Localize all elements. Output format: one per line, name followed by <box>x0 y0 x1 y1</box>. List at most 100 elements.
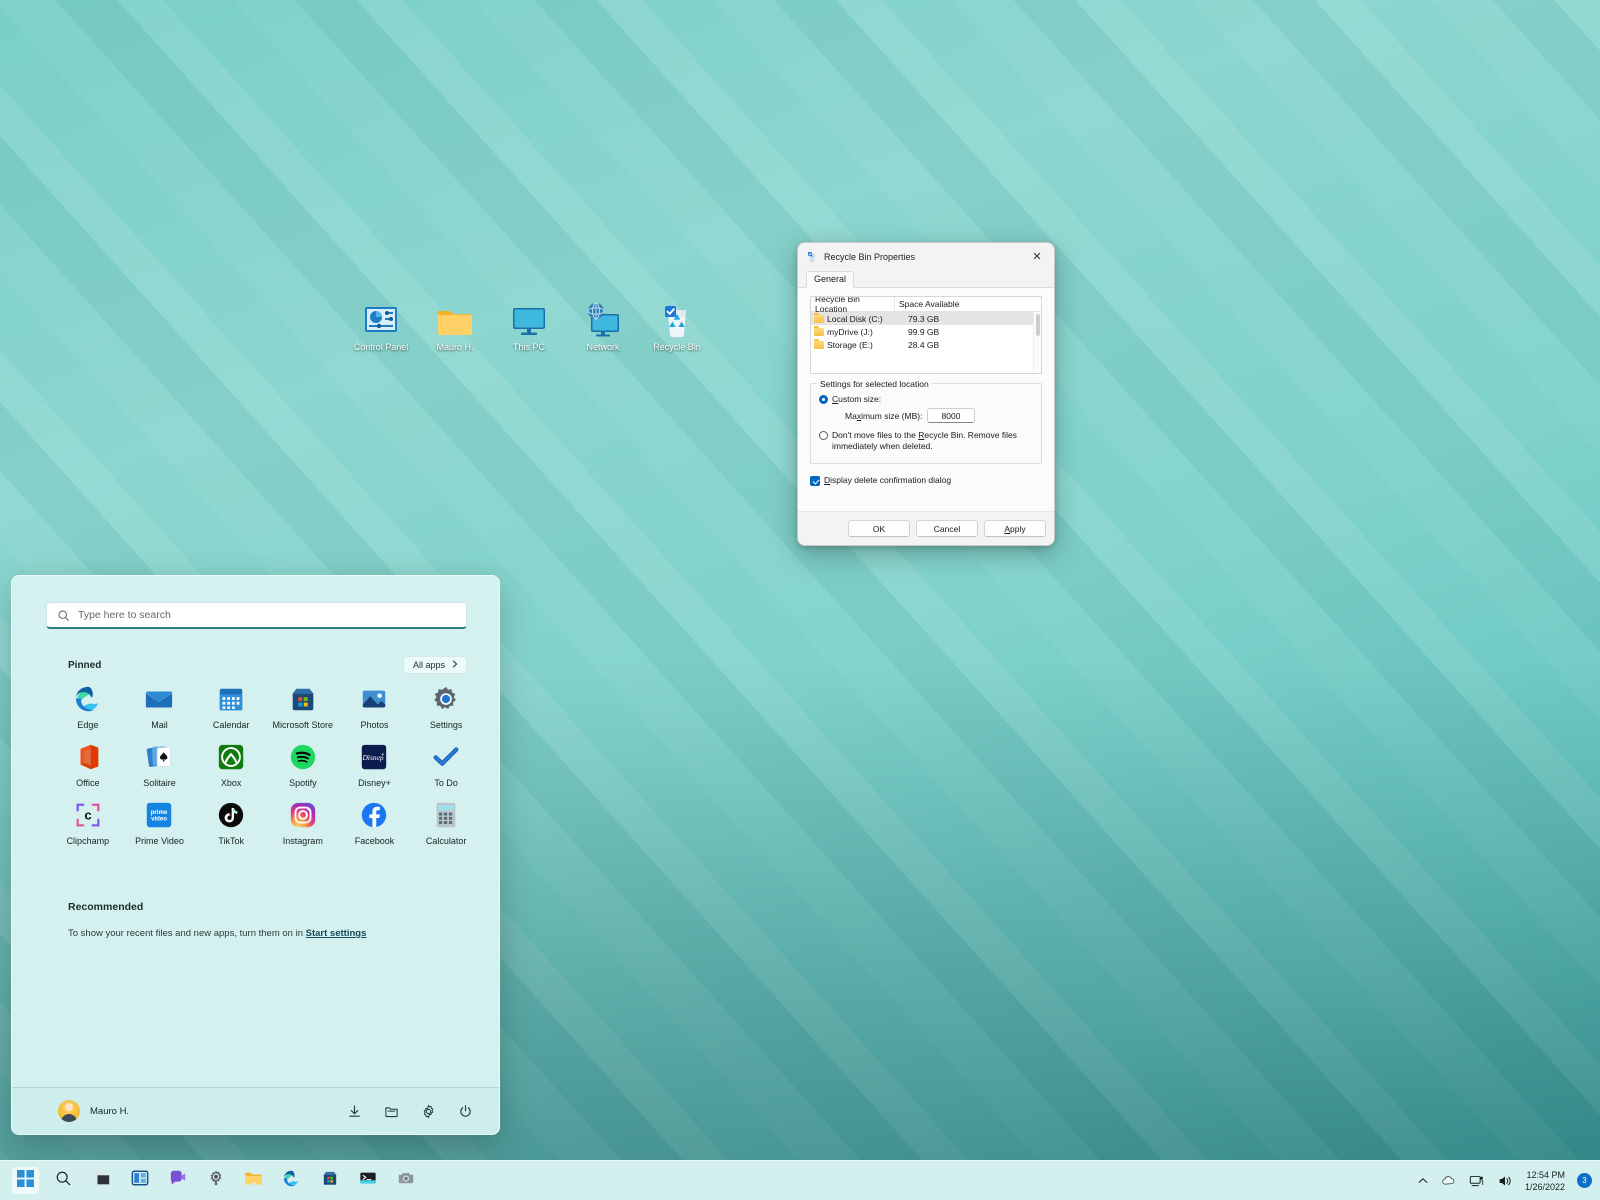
to-do-icon <box>431 742 461 772</box>
desktop-icon-recycle-bin[interactable]: Recycle Bin <box>648 300 706 352</box>
gear-icon[interactable] <box>421 1104 436 1119</box>
pinned-app-instagram[interactable]: Instagram <box>267 800 339 847</box>
taskbar-item-microsoft-store[interactable] <box>316 1167 343 1194</box>
radio-indicator[interactable] <box>819 395 828 404</box>
pinned-app-label: Photos <box>360 720 389 730</box>
taskbar-item-snipping-tool[interactable] <box>392 1167 419 1194</box>
pinned-app-clipchamp[interactable]: c Clipchamp <box>52 800 124 847</box>
facebook-icon <box>359 800 389 830</box>
pinned-app-facebook[interactable]: Facebook <box>339 800 411 847</box>
pinned-app-to-do[interactable]: To Do <box>410 742 482 789</box>
pinned-app-xbox[interactable]: Xbox <box>195 742 267 789</box>
power-icon[interactable] <box>458 1104 473 1119</box>
pinned-app-calculator[interactable]: Calculator <box>410 800 482 847</box>
pinned-app-tiktok[interactable]: TikTok <box>195 800 267 847</box>
pinned-app-label: Solitaire <box>143 778 176 788</box>
desktop-icon-network[interactable]: Network <box>574 300 632 352</box>
scrollbar-thumb[interactable] <box>1036 314 1040 336</box>
dialog-tabstrip[interactable]: General <box>798 270 1054 288</box>
desktop-icon-group: Control Panel Mauro H. This PC Network R… <box>352 300 706 352</box>
taskbar-item-widgets[interactable] <box>126 1167 153 1194</box>
table-row[interactable]: myDrive (J:) 99.9 GB <box>811 325 1041 338</box>
apply-button[interactable]: Apply <box>984 520 1046 537</box>
recycle-bin-properties-dialog[interactable]: Recycle Bin Properties ✕ General Recycle… <box>797 242 1055 546</box>
pinned-app-disney-plus[interactable]: Dïsnep + Disney+ <box>339 742 411 789</box>
taskbar-item-settings[interactable] <box>202 1167 229 1194</box>
all-apps-button[interactable]: All apps <box>402 656 467 674</box>
pinned-app-office[interactable]: Office <box>52 742 124 789</box>
dialog-footer: OK Cancel Apply <box>798 511 1054 545</box>
pinned-app-calendar[interactable]: Calendar <box>195 684 267 731</box>
folder-icon <box>814 312 824 323</box>
start-menu[interactable]: Type here to search Pinned All apps Edge… <box>11 575 500 1135</box>
desktop-icon-label: Network <box>586 342 620 352</box>
notification-badge[interactable]: 3 <box>1577 1173 1592 1188</box>
taskbar-item-terminal[interactable] <box>354 1167 381 1194</box>
taskbar-item-start[interactable] <box>12 1167 39 1194</box>
radio-indicator[interactable] <box>819 431 828 440</box>
clock-date: 1/26/2022 <box>1524 1181 1565 1192</box>
search-icon <box>57 609 70 622</box>
clock[interactable]: 12:54 PM 1/26/2022 <box>1525 1169 1565 1193</box>
ok-button[interactable]: OK <box>848 520 910 537</box>
recycle-bin-location-list[interactable]: Recycle Bin Location Space Available Loc… <box>810 296 1042 374</box>
pinned-app-spotify[interactable]: Spotify <box>267 742 339 789</box>
user-account-button[interactable]: Mauro H. <box>58 1100 347 1122</box>
taskbar-item-search[interactable] <box>50 1167 77 1194</box>
speaker-icon[interactable] <box>1497 1173 1513 1189</box>
desktop-icon-user-folder[interactable]: Mauro H. <box>426 300 484 352</box>
pinned-app-settings[interactable]: Settings <box>410 684 482 731</box>
dont-move-pre: Don't move files to the <box>832 430 919 440</box>
radio-custom-size[interactable]: Custom size: <box>819 394 1033 405</box>
cancel-button[interactable]: Cancel <box>916 520 978 537</box>
desktop[interactable]: Control Panel Mauro H. This PC Network R… <box>0 0 1600 1200</box>
table-row[interactable]: Storage (E:) 28.4 GB <box>811 338 1041 351</box>
taskbar-item-task-view[interactable] <box>88 1167 115 1194</box>
settings-groupbox: Settings for selected location Custom si… <box>810 379 1042 464</box>
download-icon[interactable] <box>347 1104 362 1119</box>
location-name: Local Disk (C:) <box>827 313 883 324</box>
close-icon[interactable]: ✕ <box>1020 243 1054 270</box>
pinned-app-photos[interactable]: Photos <box>339 684 411 731</box>
table-row[interactable]: Local Disk (C:) 79.3 GB <box>811 312 1041 325</box>
pinned-app-microsoft-store[interactable]: Microsoft Store <box>267 684 339 731</box>
calculator-icon <box>431 800 461 830</box>
chevron-up-icon[interactable] <box>1417 1175 1429 1187</box>
microsoft-store-icon <box>321 1169 339 1192</box>
start-settings-link[interactable]: Start settings <box>306 928 367 939</box>
pinned-app-label: Spotify <box>289 778 317 788</box>
user-folder-icon <box>435 300 475 340</box>
search-input[interactable]: Type here to search <box>46 602 467 629</box>
folder-icon[interactable] <box>384 1104 399 1119</box>
prime-video-icon: prime video <box>144 800 174 830</box>
dialog-titlebar[interactable]: Recycle Bin Properties ✕ <box>798 243 1054 270</box>
desktop-icon-control-panel[interactable]: Control Panel <box>352 300 410 352</box>
radio-dont-move-files[interactable]: Don't move files to the Recycle Bin. Rem… <box>819 430 1033 452</box>
avatar-body <box>61 1114 77 1122</box>
pinned-app-prime-video[interactable]: prime video Prime Video <box>124 800 196 847</box>
dialog-title: Recycle Bin Properties <box>824 251 916 262</box>
checkbox-indicator[interactable] <box>810 476 820 486</box>
column-header-space: Space Available <box>899 299 960 309</box>
pinned-app-label: Disney+ <box>358 778 391 788</box>
search-icon <box>55 1170 72 1192</box>
pinned-app-solitaire[interactable]: Solitaire <box>124 742 196 789</box>
desktop-icon-label: This PC <box>512 342 545 352</box>
cloud-icon[interactable] <box>1441 1173 1457 1189</box>
taskbar[interactable]: 12:54 PM 1/26/2022 3 <box>0 1160 1600 1200</box>
maximum-size-input[interactable] <box>927 408 975 423</box>
taskbar-item-chat[interactable] <box>164 1167 191 1194</box>
network-tray-icon[interactable] <box>1469 1173 1485 1189</box>
pinned-app-label: Facebook <box>354 836 395 846</box>
tab-general[interactable]: General <box>806 271 855 288</box>
taskbar-item-edge[interactable] <box>278 1167 305 1194</box>
radio-dont-move-label: Don't move files to the Recycle Bin. Rem… <box>832 430 1033 452</box>
dialog-body: Recycle Bin Location Space Available Loc… <box>798 288 1054 545</box>
display-delete-confirmation-checkbox[interactable]: Display delete confirmation dialog <box>810 475 1042 486</box>
list-scrollbar[interactable] <box>1033 312 1041 373</box>
taskbar-item-file-explorer[interactable] <box>240 1167 267 1194</box>
pinned-app-edge[interactable]: Edge <box>52 684 124 731</box>
maximum-size-row[interactable]: Maximum size (MB): <box>845 408 1033 423</box>
desktop-icon-this-pc[interactable]: This PC <box>500 300 558 352</box>
pinned-app-mail[interactable]: Mail <box>124 684 196 731</box>
